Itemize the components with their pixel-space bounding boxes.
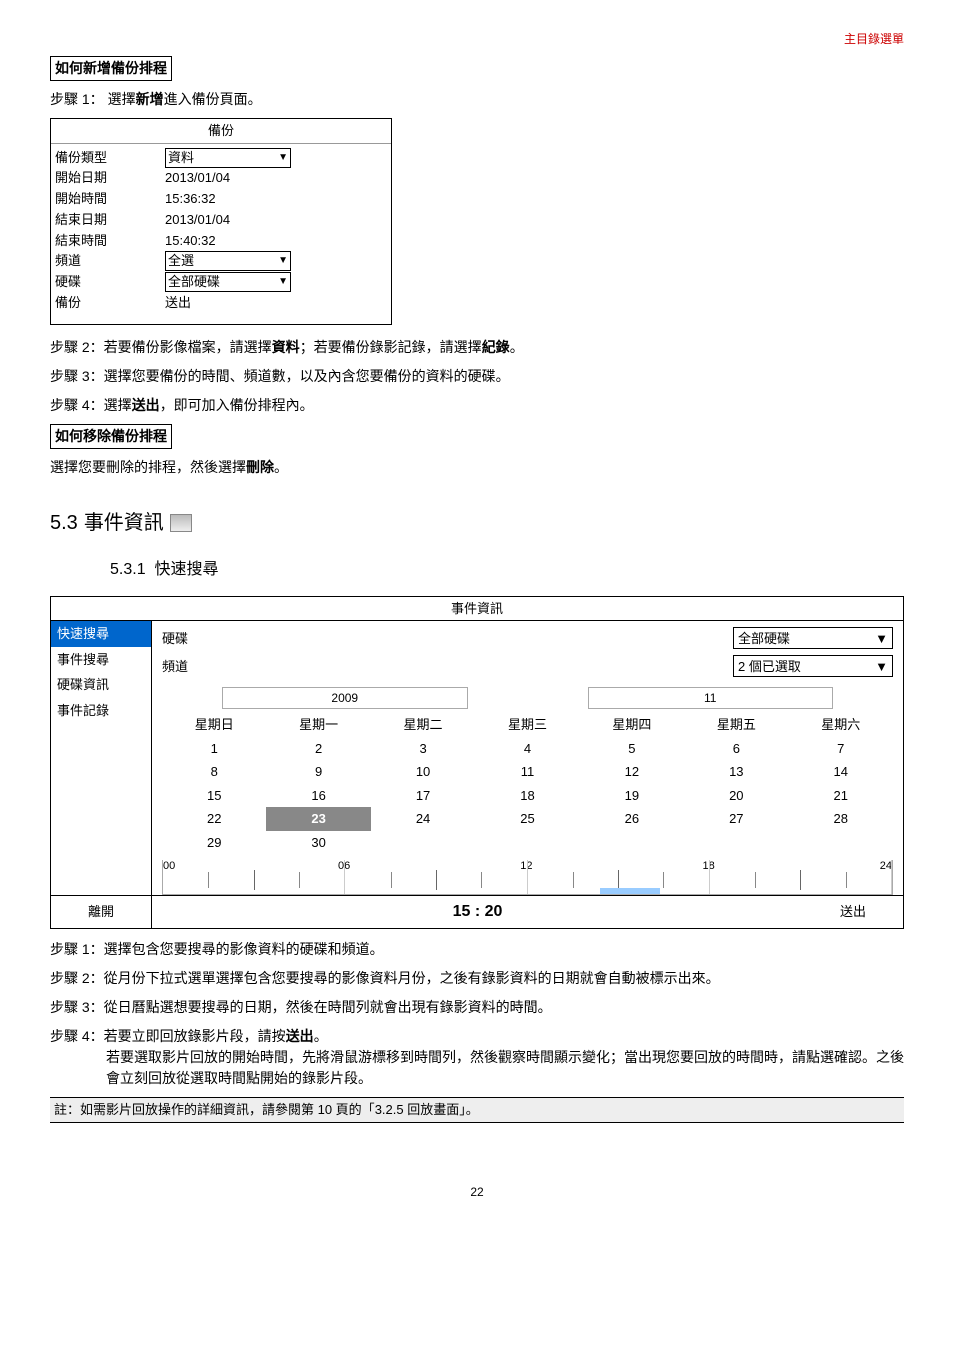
dow-tue: 星期二 (371, 713, 475, 737)
note: 註：如需影片回放操作的詳細資訊，請參閱第 10 頁的「3.2.5 回放畫面」。 (50, 1097, 904, 1123)
dow-mon: 星期一 (266, 713, 370, 737)
event-panel-title: 事件資訊 (51, 597, 903, 621)
label-start-date: 開始日期 (55, 168, 165, 189)
sidebar-item-quick-search[interactable]: 快速搜尋 (51, 621, 151, 647)
remove-text: 選擇您要刪除的排程，然後選擇刪除。 (50, 457, 904, 478)
label-end-time: 結束時間 (55, 231, 165, 252)
backup-table: 備份 備份類型 資料▼ 開始日期 2013/01/04 開始時間 15:36:3… (50, 118, 392, 325)
search-step-3: 步驟 3：從日曆點選想要搜尋的日期，然後在時間列就會出現有錄影資料的時間。 (50, 997, 904, 1018)
label-start-time: 開始時間 (55, 189, 165, 210)
step-3: 步驟 3：選擇您要備份的時間、頻道數，以及內含您要備份的資料的硬碟。 (50, 366, 904, 387)
backup-table-title: 備份 (51, 119, 391, 144)
label-end-date: 結束日期 (55, 210, 165, 231)
timeline[interactable]: 00 06 12 18 24 (162, 860, 893, 895)
chevron-down-icon: ▼ (278, 252, 288, 270)
month-selector[interactable]: 11 (588, 687, 834, 709)
section-5-3: 5.3 事件資訊 (50, 508, 904, 538)
chevron-down-icon: ▼ (278, 149, 288, 167)
sidebar-item-event-log[interactable]: 事件記錄 (51, 698, 151, 724)
search-step-2: 步驟 2：從月份下拉式選單選擇包含您要搜尋的影像資料月份，之後有錄影資料的日期就… (50, 968, 904, 989)
dropdown-backup-type[interactable]: 資料▼ (165, 148, 291, 168)
cal-selected-day[interactable]: 23 (266, 807, 370, 831)
heading-add-backup: 如何新增備份排程 (50, 56, 172, 81)
value-start-time: 15:36:32 (165, 189, 387, 210)
event-sidebar: 快速搜尋 事件搜尋 硬碟資訊 事件記錄 (51, 621, 152, 895)
dow-sun: 星期日 (162, 713, 266, 737)
timeline-segment (600, 888, 660, 894)
dow-wed: 星期三 (475, 713, 579, 737)
menu-link[interactable]: 主目錄選單 (50, 30, 904, 48)
cal-row: 8 9 10 11 12 13 14 (162, 760, 893, 784)
submit-button[interactable]: 送出 (803, 896, 903, 928)
submit-backup[interactable]: 送出 (165, 293, 387, 314)
value-start-date: 2013/01/04 (165, 168, 387, 189)
dropdown-ev-hdd[interactable]: 全部硬碟▼ (733, 627, 893, 649)
dropdown-ev-channel[interactable]: 2 個已選取▼ (733, 655, 893, 677)
event-info-icon (170, 514, 192, 532)
cal-row: 15 16 17 18 19 20 21 (162, 784, 893, 808)
step-4: 步驟 4：選擇送出，即可加入備份排程內。 (50, 395, 904, 416)
event-info-panel: 事件資訊 快速搜尋 事件搜尋 硬碟資訊 事件記錄 硬碟 全部硬碟▼ 頻道 2 個… (50, 596, 904, 930)
sidebar-item-event-search[interactable]: 事件搜尋 (51, 647, 151, 673)
dow-fri: 星期五 (684, 713, 788, 737)
search-step-1: 步驟 1：選擇包含您要搜尋的影像資料的硬碟和頻道。 (50, 939, 904, 960)
label-channel: 頻道 (55, 251, 165, 272)
value-end-date: 2013/01/04 (165, 210, 387, 231)
sidebar-item-hdd-info[interactable]: 硬碟資訊 (51, 672, 151, 698)
page-number: 22 (50, 1183, 904, 1201)
heading-remove-backup: 如何移除備份排程 (50, 424, 172, 449)
year-selector[interactable]: 2009 (222, 687, 468, 709)
label-backup-type: 備份類型 (55, 148, 165, 169)
exit-button[interactable]: 離開 (51, 896, 152, 928)
label-backup: 備份 (55, 293, 165, 314)
step-2: 步驟 2：若要備份影像檔案，請選擇資料；若要備份錄影記錄，請選擇紀錄。 (50, 337, 904, 358)
dropdown-channel[interactable]: 全選▼ (165, 251, 291, 271)
label-hdd: 硬碟 (55, 272, 165, 293)
time-display: 15 : 20 (152, 896, 803, 928)
chevron-down-icon: ▼ (875, 657, 888, 677)
value-end-time: 15:40:32 (165, 231, 387, 252)
calendar: 2009 11 星期日 星期一 星期二 星期三 星期四 星期五 星期六 1 (162, 687, 893, 895)
step-1: 步驟 1： 選擇新增進入備份頁面。 (50, 89, 904, 110)
cal-row: 1 2 3 4 5 6 7 (162, 737, 893, 761)
label-ev-channel: 頻道 (162, 657, 212, 677)
dropdown-hdd[interactable]: 全部硬碟▼ (165, 272, 291, 292)
cal-row: 29 30 (162, 831, 893, 855)
search-step-4: 步驟 4：若要立即回放錄影片段，請按送出。 若要選取影片回放的開始時間，先將滑鼠… (50, 1026, 904, 1089)
label-ev-hdd: 硬碟 (162, 629, 212, 649)
section-5-3-1: 5.3.1 快速搜尋 (110, 558, 904, 582)
chevron-down-icon: ▼ (875, 629, 888, 649)
cal-row: 22 23 24 25 26 27 28 (162, 807, 893, 831)
dow-sat: 星期六 (789, 713, 893, 737)
chevron-down-icon: ▼ (278, 273, 288, 291)
dow-thu: 星期四 (580, 713, 684, 737)
